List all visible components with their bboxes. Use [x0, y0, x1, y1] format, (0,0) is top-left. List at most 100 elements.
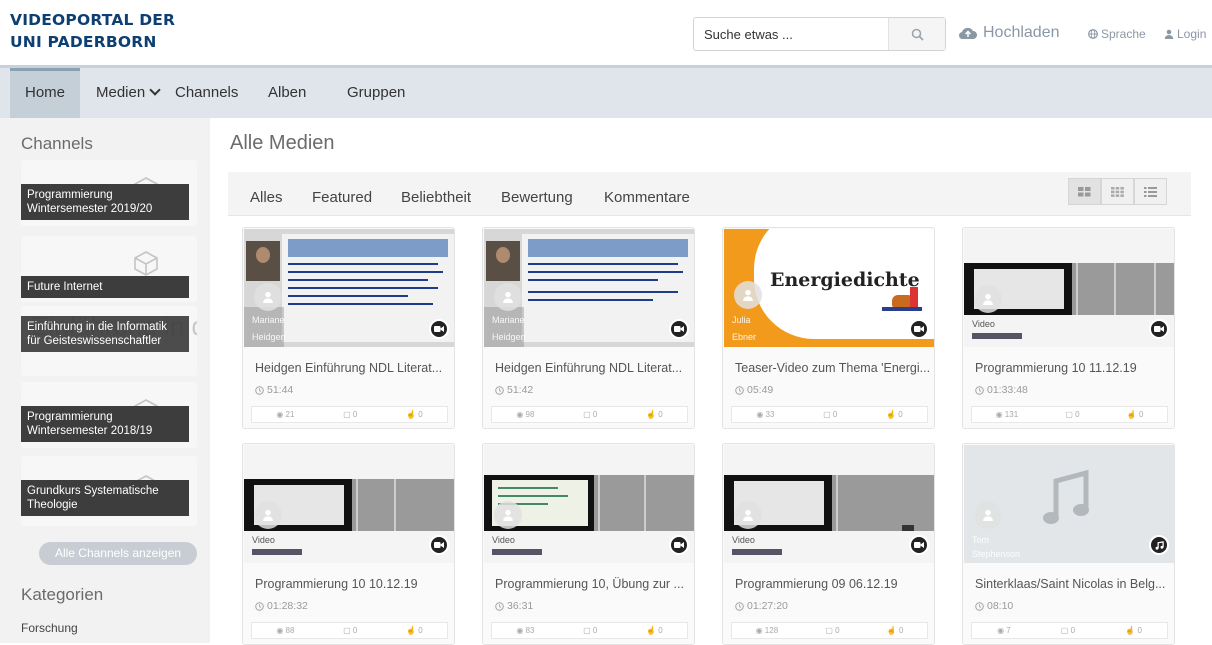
eye-icon: ◉	[516, 626, 526, 635]
comment-icon: ▢	[583, 626, 593, 635]
clock-icon	[255, 601, 264, 611]
nav-home[interactable]: Home	[10, 68, 80, 118]
media-title[interactable]: Programmierung 10 10.12.19	[255, 577, 450, 591]
site-logo[interactable]: VIDEOPORTAL DER UNI PADERBORN	[10, 9, 175, 53]
clock-icon	[495, 601, 504, 611]
nav-groups[interactable]: Gruppen	[347, 68, 405, 118]
media-stats: ◉ 88 ▢ 0 ☝ 0	[251, 622, 448, 639]
media-thumbnail: Video	[244, 445, 454, 563]
list-view-button[interactable]	[1134, 178, 1167, 205]
filter-all[interactable]: Alles	[250, 172, 283, 224]
video-badge	[429, 319, 449, 339]
video-badge	[909, 319, 929, 339]
comment-icon: ▢	[1060, 626, 1071, 635]
logo-line2: UNI PADERBORN	[10, 33, 157, 51]
comments-count: ▢ 0	[343, 626, 357, 635]
uploader-name: Video	[492, 535, 515, 545]
media-title[interactable]: Heidgen Einführung NDL Literat...	[255, 361, 450, 375]
media-card[interactable]: Video Programmierung 09 06.12.19 01:27:2…	[722, 443, 935, 645]
filter-featured[interactable]: Featured	[312, 172, 372, 224]
upload-button[interactable]: Hochladen	[958, 24, 1060, 42]
media-thumbnail: Mariane Heidgen	[244, 229, 454, 347]
grid-small-icon	[1111, 186, 1124, 197]
search-input[interactable]	[694, 18, 890, 50]
list-icon	[1144, 186, 1157, 197]
channel-card[interactable]: Programmierung Wintersemester 2018/19	[21, 382, 197, 448]
likes-count: ☝ 0	[406, 410, 423, 419]
chevron-down-icon	[149, 84, 161, 96]
search-button[interactable]	[888, 18, 945, 50]
media-card[interactable]: Mariane Heidgen Heidgen Einführung NDL L…	[242, 227, 455, 429]
media-card[interactable]: Tom Stephenson Sinterklaas/Saint Nicolas…	[962, 443, 1175, 645]
eye-icon: ◉	[997, 626, 1007, 635]
media-duration: 08:10	[975, 600, 1013, 612]
user-icon	[262, 291, 274, 303]
media-title[interactable]: Sinterklaas/Saint Nicolas in Belg...	[975, 577, 1170, 591]
channel-card[interactable]: Programmierung Wintersemester 2019/20	[21, 160, 197, 226]
media-thumbnail: Mariane Heidgen	[484, 229, 694, 347]
cloud-upload-icon	[958, 27, 977, 40]
comments-count: ▢ 0	[343, 410, 357, 419]
likes-value: 0	[1138, 410, 1144, 419]
avatar	[494, 501, 522, 529]
media-title[interactable]: Programmierung 10 11.12.19	[975, 361, 1170, 375]
user-icon	[982, 293, 994, 305]
nav-media[interactable]: Medien	[96, 68, 161, 118]
comments-count: ▢ 0	[825, 626, 839, 635]
views-value: 7	[1006, 626, 1011, 635]
media-card[interactable]: Energiedichte Julia Ebner Teaser-Video z…	[722, 227, 935, 429]
views-value: 33	[765, 410, 775, 419]
avatar	[734, 281, 762, 309]
language-link[interactable]: Sprache	[1088, 27, 1146, 41]
duration-text: 05:49	[747, 384, 774, 396]
comments-value: 0	[1070, 626, 1076, 635]
media-stats: ◉ 98 ▢ 0 ☝ 0	[491, 406, 688, 423]
thumbs-up-icon: ☝	[886, 626, 899, 635]
grid-small-view-button[interactable]	[1101, 178, 1134, 205]
media-title[interactable]: Teaser-Video zum Thema 'Energi...	[735, 361, 930, 375]
comments-value: 0	[592, 410, 598, 419]
media-card[interactable]: Mariane Heidgen Heidgen Einführung NDL L…	[482, 227, 695, 429]
media-title[interactable]: Programmierung 09 06.12.19	[735, 577, 930, 591]
duration-text: 01:27:20	[747, 600, 788, 612]
filter-rating[interactable]: Bewertung	[501, 172, 573, 224]
media-thumbnail: Video	[484, 445, 694, 563]
clock-icon	[975, 385, 984, 395]
views-value: 131	[1004, 410, 1019, 419]
nav-media-label: Medien	[96, 84, 146, 101]
channel-card[interactable]: Future Internet	[21, 236, 197, 302]
likes-count: ☝ 0	[646, 410, 663, 419]
nav-albums[interactable]: Alben	[268, 68, 306, 118]
views-value: 21	[285, 410, 295, 419]
uploader-name: Video	[252, 535, 275, 545]
filter-popularity[interactable]: Beliebtheit	[401, 172, 471, 224]
globe-icon	[1088, 29, 1098, 39]
avatar	[974, 285, 1002, 313]
video-badge	[909, 535, 929, 555]
login-link[interactable]: Login	[1164, 27, 1206, 41]
video-icon	[434, 326, 444, 332]
filter-bar: Alles Featured Beliebtheit Bewertung Kom…	[228, 172, 1191, 216]
nav-channels[interactable]: Channels	[175, 68, 238, 118]
grid-large-icon	[1078, 186, 1091, 196]
duration-text: 01:28:32	[267, 600, 308, 612]
category-item[interactable]: Forschung	[21, 621, 78, 635]
channel-card[interactable]: Einführung in die Informatik Einführung …	[21, 306, 197, 376]
categories-title: Kategorien	[21, 585, 104, 604]
media-duration: 01:33:48	[975, 384, 1028, 396]
main-nav: Home Medien Channels Alben Gruppen	[0, 68, 1212, 118]
music-icon	[1155, 540, 1164, 550]
audio-badge	[1149, 535, 1169, 555]
channel-card[interactable]: Grundkurs Systematische Theologie	[21, 456, 197, 526]
views-count: ◉ 33	[756, 410, 774, 419]
media-card[interactable]: Video Programmierung 10, Übung zur ... 3…	[482, 443, 695, 645]
user-icon	[502, 291, 514, 303]
grid-view-button[interactable]	[1068, 178, 1101, 205]
media-title[interactable]: Heidgen Einführung NDL Literat...	[495, 361, 690, 375]
filter-comments[interactable]: Kommentare	[604, 172, 690, 224]
media-card[interactable]: Video Programmierung 10 11.12.19 01:33:4…	[962, 227, 1175, 429]
user-icon	[742, 289, 754, 301]
all-channels-button[interactable]: Alle Channels anzeigen	[39, 542, 197, 565]
media-title[interactable]: Programmierung 10, Übung zur ...	[495, 577, 690, 591]
media-card[interactable]: Video Programmierung 10 10.12.19 01:28:3…	[242, 443, 455, 645]
